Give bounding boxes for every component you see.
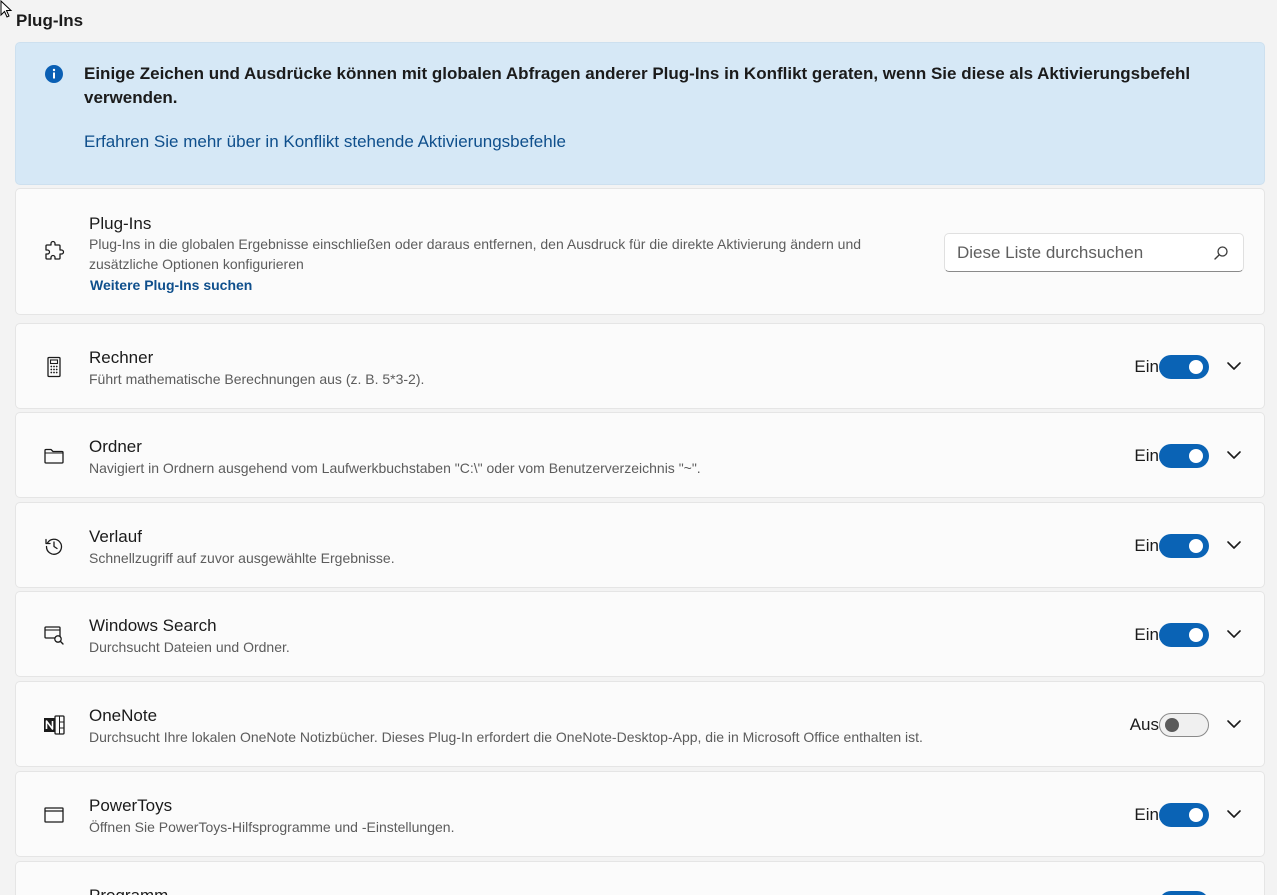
toggle-state-label: Ein — [1134, 357, 1159, 376]
toggle-knob — [1189, 449, 1203, 463]
plugin-toggle-programm[interactable] — [1159, 891, 1209, 895]
windows-search-icon — [44, 626, 64, 645]
toggle-state-label: Ein — [1134, 805, 1159, 824]
plugin-toggle-ordner[interactable] — [1159, 444, 1209, 468]
plugin-description: Durchsucht Ihre lokalen OneNote Notizbüc… — [89, 729, 923, 745]
plugin-card-rechner[interactable]: Rechner Führt mathematische Berechnungen… — [15, 323, 1265, 409]
plugin-title: Verlauf — [89, 527, 142, 546]
toggle-knob — [1189, 360, 1203, 374]
section-title: Plug-Ins — [16, 11, 84, 30]
plugin-card-powertoys[interactable]: PowerToys Öffnen Sie PowerToys-Hilfsprog… — [15, 771, 1265, 857]
info-bar: Einige Zeichen und Ausdrücke können mit … — [15, 42, 1265, 185]
toggle-state-label: Aus — [1129, 715, 1159, 734]
search-icon[interactable] — [1213, 245, 1229, 261]
chevron-down-icon[interactable] — [1225, 805, 1243, 823]
plugin-search-input[interactable] — [957, 242, 1197, 264]
plugin-title: OneNote — [89, 706, 158, 725]
plugin-description: Navigiert in Ordnern ausgehend vom Laufw… — [89, 460, 701, 476]
plugin-toggle-verlauf[interactable] — [1159, 534, 1209, 558]
info-message: Einige Zeichen und Ausdrücke können mit … — [84, 64, 1191, 107]
plugin-description: Öffnen Sie PowerToys-Hilfsprogramme und … — [89, 819, 455, 835]
find-more-plugins-link[interactable]: Weitere Plug-Ins suchen — [90, 277, 252, 293]
plugin-title: PowerToys — [89, 796, 173, 815]
plugin-toggle-windows-search[interactable] — [1159, 623, 1209, 647]
plugin-card-ordner[interactable]: Ordner Navigiert in Ordnern ausgehend vo… — [15, 412, 1265, 498]
toggle-knob — [1189, 628, 1203, 642]
toggle-knob — [1189, 808, 1203, 822]
window-icon — [44, 807, 64, 823]
chevron-down-icon[interactable] — [1225, 715, 1243, 733]
plugin-description: Führt mathematische Berechnungen aus (z.… — [89, 371, 425, 387]
plugins-header-card: Plug-Ins Plug-Ins in die globalen Ergebn… — [15, 188, 1265, 315]
chevron-down-icon[interactable] — [1225, 357, 1243, 375]
history-icon — [45, 538, 63, 555]
plugin-toggle-rechner[interactable] — [1159, 355, 1209, 379]
folder-icon — [44, 448, 64, 464]
plugin-title: Programm — [89, 886, 168, 895]
plugins-header-description: Plug-Ins in die globalen Ergebnisse eins… — [89, 236, 862, 272]
plugin-description: Durchsucht Dateien und Ordner. — [89, 639, 290, 655]
plugins-header-title: Plug-Ins — [89, 214, 152, 233]
mouse-cursor-icon — [0, 0, 13, 18]
chevron-down-icon[interactable] — [1225, 625, 1243, 643]
plugin-toggle-onenote[interactable] — [1159, 713, 1209, 737]
plugin-toggle-powertoys[interactable] — [1159, 803, 1209, 827]
plugin-description: Schnellzugriff auf zuvor ausgewählte Erg… — [89, 550, 395, 566]
plugin-card-verlauf[interactable]: Verlauf Schnellzugriff auf zuvor ausgewä… — [15, 502, 1265, 588]
toggle-state-label: Ein — [1134, 536, 1159, 555]
plugin-card-programm[interactable]: Programm — [15, 861, 1265, 895]
conflict-info-link[interactable]: Erfahren Sie mehr über in Konflikt stehe… — [84, 132, 566, 152]
plugin-title: Rechner — [89, 348, 154, 367]
plugin-title: Windows Search — [89, 616, 217, 635]
chevron-down-icon[interactable] — [1225, 446, 1243, 464]
toggle-knob — [1165, 718, 1179, 732]
calculator-icon — [47, 356, 61, 378]
plugin-card-onenote[interactable]: OneNote Durchsucht Ihre lokalen OneNote … — [15, 681, 1265, 767]
toggle-state-label: Ein — [1134, 446, 1159, 465]
info-icon — [45, 65, 63, 83]
puzzle-icon — [45, 240, 65, 260]
plugin-search-box[interactable] — [944, 233, 1244, 272]
chevron-down-icon[interactable] — [1225, 536, 1243, 554]
plugin-title: Ordner — [89, 437, 142, 456]
plugin-card-windows-search[interactable]: Windows Search Durchsucht Dateien und Or… — [15, 591, 1265, 677]
onenote-icon — [44, 715, 65, 735]
toggle-state-label: Ein — [1134, 625, 1159, 644]
toggle-knob — [1189, 539, 1203, 553]
